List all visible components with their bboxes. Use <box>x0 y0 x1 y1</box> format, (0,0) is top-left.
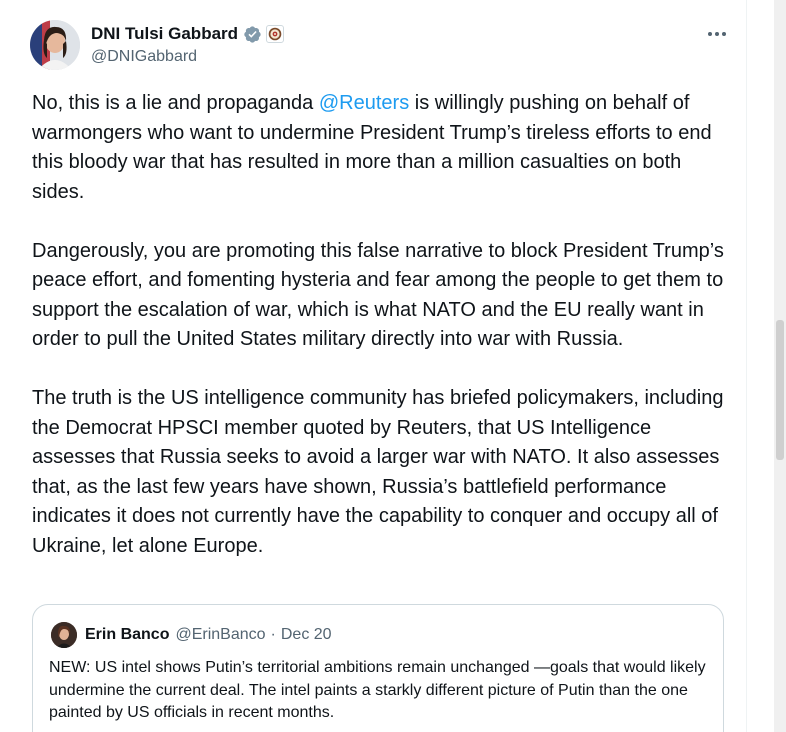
quoted-tweet-text: NEW: US intel shows Putin’s territorial … <box>49 659 706 721</box>
tweet-paragraph: Dangerously, you are promoting this fals… <box>32 239 724 351</box>
quoted-author-name: Erin Banco <box>85 626 170 643</box>
separator-dot: · <box>270 626 276 643</box>
mention-link-reuters[interactable]: @Reuters <box>319 92 409 114</box>
author-name-row: DNI Tulsi Gabbard <box>91 22 285 46</box>
tweet-header: DNI Tulsi Gabbard @DNIGabbard <box>30 20 730 70</box>
quoted-author-avatar[interactable] <box>51 622 77 648</box>
quoted-tweet-card[interactable]: Erin Banco @ErinBanco · Dec 20 NEW: US i… <box>32 604 724 732</box>
tweet-paragraph: No, this is a lie and propaganda @Reuter… <box>32 89 737 207</box>
tweet-page: DNI Tulsi Gabbard @DNIGabbard No, this i… <box>0 0 786 732</box>
column-divider <box>746 0 747 732</box>
scrollbar-thumb[interactable] <box>776 320 784 460</box>
tweet-paragraph: The truth is the US intelligence communi… <box>32 387 724 557</box>
author-display-name[interactable]: DNI Tulsi Gabbard <box>91 24 238 44</box>
more-options-button[interactable] <box>704 23 730 45</box>
paragraph-text: No, this is a lie and propaganda <box>32 92 319 114</box>
more-dots-icon <box>708 32 726 36</box>
quoted-tweet-date: Dec 20 <box>280 626 332 643</box>
author-handle[interactable]: @DNIGabbard <box>91 48 197 66</box>
quoted-author-handle: @ErinBanco <box>175 626 266 643</box>
quoted-tweet-header: Erin Banco @ErinBanco · Dec 20 <box>51 621 332 649</box>
dni-seal-icon[interactable] <box>266 25 285 43</box>
author-avatar[interactable] <box>30 20 80 70</box>
tweet-text: No, this is a lie and propaganda @Reuter… <box>32 89 737 561</box>
verified-badge-icon <box>243 25 262 44</box>
